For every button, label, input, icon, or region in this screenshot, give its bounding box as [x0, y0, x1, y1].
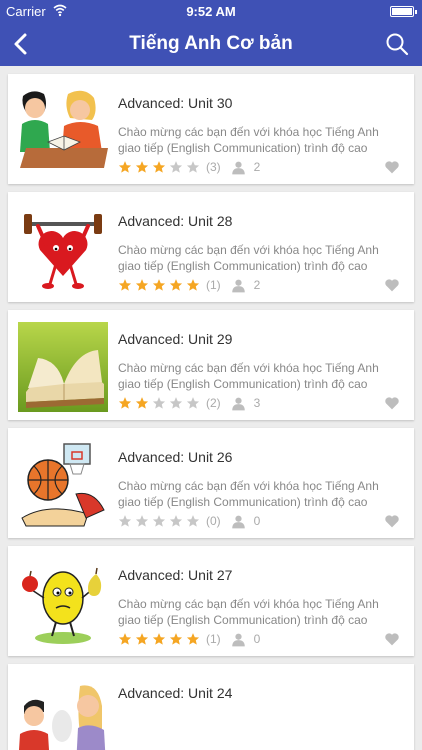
course-title: Advanced: Unit 30 [118, 95, 233, 111]
course-thumbnail [18, 558, 108, 648]
star-icon [186, 397, 200, 409]
heart-icon[interactable] [384, 395, 400, 411]
course-meta: (1) 0 [118, 631, 260, 647]
learner-count: 0 [253, 514, 261, 528]
rating-count: (1) [206, 632, 221, 646]
course-thumbnail [18, 676, 108, 750]
lemon-with-apple-and-pear-illustration [18, 558, 108, 648]
course-description: Chào mừng các bạn đến với khóa học Tiếng… [118, 597, 379, 627]
course-thumbnail [18, 322, 108, 412]
star-icon [169, 397, 183, 409]
search-icon[interactable] [384, 31, 410, 57]
basketball-hoop-illustration [18, 440, 108, 530]
star-icon [152, 397, 166, 409]
star-icon [135, 161, 149, 173]
course-meta: (0) 0 [118, 513, 260, 529]
user-icon [231, 633, 245, 646]
star-icon [169, 633, 183, 645]
course-card[interactable]: Advanced: Unit 28 Chào mừng các bạn đến … [8, 192, 414, 302]
course-title: Advanced: Unit 24 [118, 685, 233, 701]
course-card[interactable]: Advanced: Unit 27 Chào mừng các bạn đến … [8, 546, 414, 656]
star-icon [152, 515, 166, 527]
navigation-bar: Tiếng Anh Cơ bản [0, 22, 422, 66]
learner-count: 0 [253, 632, 261, 646]
star-icon [186, 515, 200, 527]
course-meta: (1) 2 [118, 277, 260, 293]
star-icon [152, 633, 166, 645]
star-icon [118, 633, 132, 645]
heart-icon[interactable] [384, 277, 400, 293]
user-icon [231, 279, 245, 292]
star-icon [118, 161, 132, 173]
heart-icon[interactable] [384, 631, 400, 647]
course-title: Advanced: Unit 26 [118, 449, 233, 465]
people-talking-english-illustration [18, 676, 108, 750]
course-thumbnail [18, 86, 108, 176]
rating-count: (2) [206, 396, 221, 410]
rating-count: (1) [206, 278, 221, 292]
learner-count: 2 [253, 160, 261, 174]
course-description: Chào mừng các bạn đến với khóa học Tiếng… [118, 479, 379, 509]
star-icon [135, 397, 149, 409]
course-card[interactable]: Advanced: Unit 24 [8, 664, 414, 750]
star-icon [169, 515, 183, 527]
battery-icon [390, 6, 417, 17]
rating-count: (0) [206, 514, 221, 528]
course-title: Advanced: Unit 29 [118, 331, 233, 347]
star-icon [152, 161, 166, 173]
course-description: Chào mừng các bạn đến với khóa học Tiếng… [118, 243, 379, 273]
star-icon [118, 515, 132, 527]
star-icon [169, 161, 183, 173]
students-reading-illustration [18, 86, 108, 176]
heart-icon[interactable] [384, 159, 400, 175]
course-thumbnail [18, 440, 108, 530]
course-card[interactable]: Advanced: Unit 29 Chào mừng các bạn đến … [8, 310, 414, 420]
rating-count: (3) [206, 160, 221, 174]
user-icon [231, 515, 245, 528]
course-title: Advanced: Unit 28 [118, 213, 233, 229]
course-meta: (3) 2 [118, 159, 260, 175]
star-icon [169, 279, 183, 291]
learner-count: 2 [253, 278, 261, 292]
user-icon [231, 161, 245, 174]
clock: 9:52 AM [186, 4, 236, 19]
star-icon [135, 515, 149, 527]
course-description: Chào mừng các bạn đến với khóa học Tiếng… [118, 361, 379, 391]
star-icon [135, 633, 149, 645]
star-icon [118, 279, 132, 291]
user-icon [231, 397, 245, 410]
page-title: Tiếng Anh Cơ bản [129, 33, 293, 54]
heart-lifting-barbell-illustration [18, 204, 108, 294]
star-icon [186, 279, 200, 291]
star-icon [152, 279, 166, 291]
learner-count: 3 [253, 396, 261, 410]
course-card[interactable]: Advanced: Unit 30 Chào mừng các bạn đến … [8, 74, 414, 184]
open-book-photo [18, 322, 108, 412]
course-description: Chào mừng các bạn đến với khóa học Tiếng… [118, 125, 379, 155]
course-card[interactable]: Advanced: Unit 26 Chào mừng các bạn đến … [8, 428, 414, 538]
star-icon [118, 397, 132, 409]
star-icon [186, 633, 200, 645]
course-thumbnail [18, 204, 108, 294]
course-meta: (2) 3 [118, 395, 260, 411]
star-icon [135, 279, 149, 291]
heart-icon[interactable] [384, 513, 400, 529]
star-icon [186, 161, 200, 173]
status-bar: Carrier 9:52 AM [0, 0, 422, 22]
course-title: Advanced: Unit 27 [118, 567, 233, 583]
